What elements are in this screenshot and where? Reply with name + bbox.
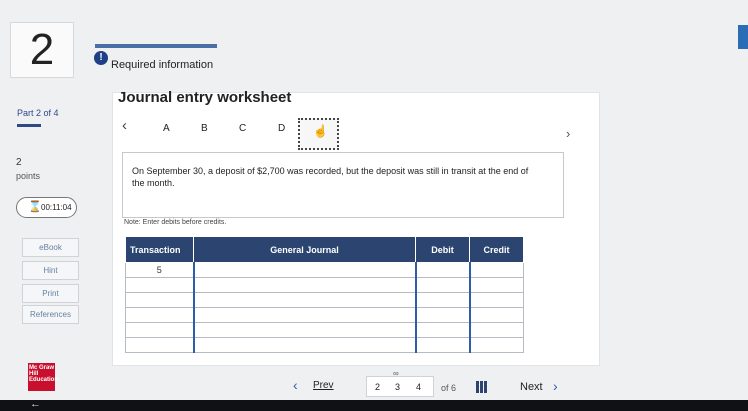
next-arrow-icon[interactable]: › <box>553 378 558 394</box>
tab-d[interactable]: D <box>278 123 285 134</box>
transaction-cell <box>125 307 194 323</box>
credit-input[interactable] <box>468 322 524 338</box>
timer: 00:11:04 <box>16 197 77 218</box>
transaction-cell <box>125 322 194 338</box>
credit-input[interactable] <box>468 277 524 293</box>
transaction-cell <box>125 337 194 353</box>
link-icon: ∞ <box>393 369 399 378</box>
account-select[interactable] <box>192 277 416 293</box>
instruction-note: Note: Enter debits before credits. <box>124 219 227 226</box>
question-number: 2 <box>10 22 74 78</box>
prev-button[interactable]: Prev <box>313 380 334 391</box>
hint-button[interactable]: Hint <box>22 261 79 280</box>
credit-input[interactable] <box>468 307 524 323</box>
header-general-journal: General Journal <box>193 236 416 263</box>
page-2-button[interactable]: 2 <box>375 382 380 392</box>
part-progress-bar <box>17 124 41 127</box>
points-label: points <box>16 171 41 181</box>
chevron-left-icon[interactable]: ‹ <box>122 117 127 134</box>
debit-input[interactable] <box>414 277 470 293</box>
worksheet-title: Journal entry worksheet <box>118 89 292 106</box>
bottom-taskbar <box>0 400 748 411</box>
account-select[interactable] <box>192 292 416 308</box>
header-transaction: Transaction <box>125 236 194 263</box>
tab-c[interactable]: C <box>239 123 246 134</box>
side-tab-edge <box>738 25 748 49</box>
account-select[interactable] <box>192 337 416 353</box>
table-row <box>125 322 524 338</box>
page-3-button[interactable]: 3 <box>395 382 400 392</box>
credit-input[interactable] <box>468 262 524 278</box>
account-select[interactable] <box>192 322 416 338</box>
account-select[interactable] <box>192 307 416 323</box>
points-value: 2 <box>16 157 22 168</box>
credit-input[interactable] <box>468 337 524 353</box>
table-row: 5 <box>125 262 524 278</box>
part-indicator: Part 2 of 4 <box>17 108 59 118</box>
table-row <box>125 292 524 308</box>
table-row <box>125 337 524 353</box>
tab-a[interactable]: A <box>163 123 170 134</box>
debit-input[interactable] <box>414 307 470 323</box>
references-button[interactable]: References <box>22 305 79 324</box>
header-debit: Debit <box>415 236 470 263</box>
account-select[interactable] <box>192 262 416 278</box>
mcgraw-hill-logo: Mc Graw Hill Education <box>28 363 58 391</box>
back-arrow-icon[interactable]: ← <box>30 398 41 410</box>
prev-arrow-icon[interactable]: ‹ <box>293 377 298 393</box>
debit-input[interactable] <box>414 322 470 338</box>
required-info-label[interactable]: Required information <box>111 59 213 71</box>
debit-input[interactable] <box>414 292 470 308</box>
transaction-cell <box>125 277 194 293</box>
tab-b[interactable]: B <box>201 123 208 134</box>
transaction-cell <box>125 292 194 308</box>
print-button[interactable]: Print <box>22 284 79 303</box>
hourglass-icon: ⌛ <box>28 201 42 213</box>
grid-icon[interactable] <box>476 381 488 393</box>
transaction-cell: 5 <box>125 262 194 278</box>
required-info-bar <box>95 44 217 48</box>
ebook-button[interactable]: eBook <box>22 238 79 257</box>
hand-pointer-icon: ☝ <box>313 124 328 138</box>
journal-table: Transaction General Journal Debit Credit… <box>125 236 524 353</box>
page-total: of 6 <box>441 383 457 393</box>
debit-input[interactable] <box>414 337 470 353</box>
page-4-button[interactable]: 4 <box>416 382 421 392</box>
credit-input[interactable] <box>468 292 524 308</box>
table-row <box>125 277 524 293</box>
table-row <box>125 307 524 323</box>
header-credit: Credit <box>469 236 524 263</box>
transaction-description: On September 30, a deposit of $2,700 was… <box>132 166 529 188</box>
next-button[interactable]: Next <box>520 381 543 393</box>
alert-icon: ! <box>94 51 108 65</box>
debit-input[interactable] <box>414 262 470 278</box>
chevron-right-icon[interactable]: › <box>566 126 570 141</box>
